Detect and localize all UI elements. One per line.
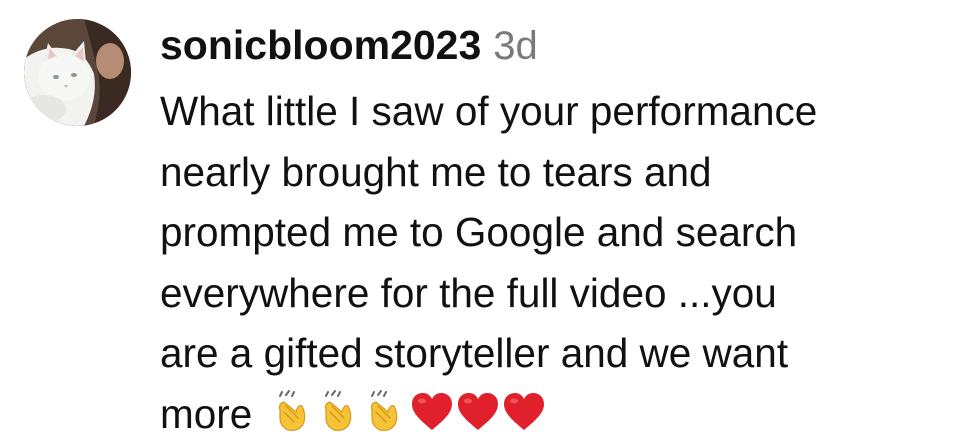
timestamp[interactable]: 3d: [493, 24, 538, 69]
avatar[interactable]: [24, 19, 131, 126]
comment-line: more: [160, 390, 253, 437]
clapping-hands-icon: [364, 389, 408, 434]
comment-line: nearly brought me to tears and: [160, 148, 712, 195]
comment-line: everywhere for the full video ...you: [160, 269, 777, 316]
red-heart-icon: [456, 390, 500, 434]
username-link[interactable]: sonicbloom2023: [160, 22, 481, 69]
clapping-hands-icon: [318, 389, 362, 434]
comment-line: are a gifted storyteller and we want: [160, 330, 789, 376]
avatar-photo: [24, 19, 131, 126]
comment-header: sonicbloom2023 3d: [160, 22, 538, 82]
emoji-row: [272, 389, 548, 434]
red-heart-icon: [410, 390, 454, 434]
comment-line: prompted me to Google and search: [160, 209, 798, 255]
comment-line: What little I saw of your performance: [160, 88, 818, 134]
comment-text: What little I saw of your performance ne…: [160, 81, 970, 444]
comment: sonicbloom2023 3d What little I saw of y…: [0, 0, 980, 448]
red-heart-icon: [502, 390, 546, 434]
clapping-hands-icon: [272, 389, 316, 434]
comment-last-line: more: [160, 384, 970, 445]
